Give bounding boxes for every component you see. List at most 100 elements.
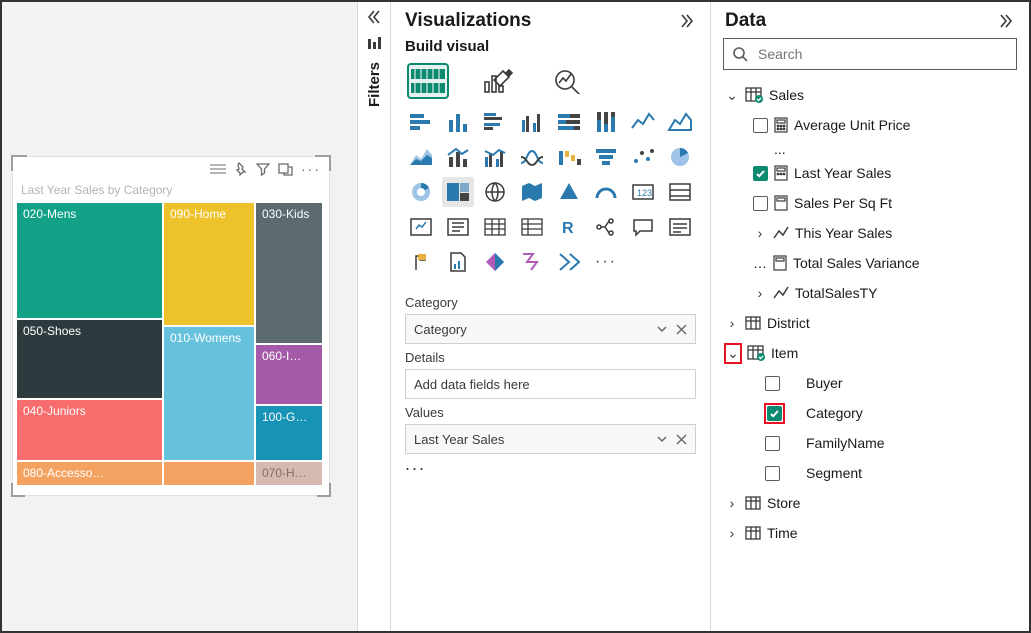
chart-area[interactable] bbox=[664, 107, 696, 137]
checkbox-checked[interactable] bbox=[753, 166, 768, 181]
filters-pane-collapsed[interactable]: Filters bbox=[357, 2, 391, 631]
table-district[interactable]: › District bbox=[721, 308, 1027, 338]
table-time[interactable]: › Time bbox=[721, 518, 1027, 548]
tile-hosiery[interactable]: 070-H… bbox=[256, 462, 322, 485]
tile-grocery[interactable]: 100-G… bbox=[256, 406, 322, 460]
chart-gauge[interactable] bbox=[590, 177, 622, 207]
focus-mode-icon[interactable] bbox=[278, 162, 293, 176]
field-sales-per-sqft[interactable]: Sales Per Sq Ft bbox=[721, 188, 1027, 218]
chevron-right-icon[interactable]: › bbox=[753, 285, 767, 301]
tile-kids[interactable]: 030-Kids bbox=[256, 203, 322, 343]
chart-azure-map[interactable] bbox=[553, 177, 585, 207]
chart-line[interactable] bbox=[627, 107, 659, 137]
expand-left-icon[interactable] bbox=[365, 8, 383, 26]
chart-clustered-column[interactable] bbox=[516, 107, 548, 137]
chart-r-visual[interactable]: R bbox=[553, 212, 585, 242]
treemap-visual[interactable]: ··· Last Year Sales by Category 020-Mens… bbox=[12, 156, 330, 496]
chevron-right-icon[interactable]: › bbox=[725, 315, 739, 331]
chevron-down-icon[interactable] bbox=[656, 433, 668, 445]
checkbox[interactable] bbox=[765, 466, 780, 481]
search-box[interactable] bbox=[723, 38, 1017, 70]
remove-field-icon[interactable] bbox=[676, 433, 687, 445]
filter-icon[interactable] bbox=[256, 162, 270, 176]
chart-qna[interactable] bbox=[627, 212, 659, 242]
chart-scatter[interactable] bbox=[627, 142, 659, 172]
chart-funnel[interactable] bbox=[590, 142, 622, 172]
tile-intimate[interactable]: 060-I… bbox=[256, 345, 322, 404]
search-input[interactable] bbox=[756, 45, 1008, 63]
tile-home[interactable]: 090-Home bbox=[164, 203, 254, 325]
table-sales[interactable]: ⌄ Sales bbox=[721, 80, 1027, 110]
field-segment[interactable]: Segment bbox=[721, 458, 1027, 488]
chart-paginated-report[interactable] bbox=[442, 247, 474, 277]
checkbox[interactable] bbox=[753, 196, 768, 211]
chart-stacked-area[interactable] bbox=[405, 142, 437, 172]
tile-mens[interactable]: 020-Mens bbox=[17, 203, 162, 318]
chart-waterfall[interactable] bbox=[553, 142, 585, 172]
checkbox-checked[interactable] bbox=[767, 406, 782, 421]
chart-stacked-bar[interactable] bbox=[405, 107, 437, 137]
more-options-icon[interactable]: ··· bbox=[301, 161, 321, 177]
tile-accessories[interactable]: 080-Accesso… bbox=[17, 462, 162, 485]
field-buyer[interactable]: Buyer bbox=[721, 368, 1027, 398]
chevron-right-icon[interactable]: › bbox=[725, 495, 739, 511]
pin-icon[interactable] bbox=[234, 162, 248, 176]
field-this-year-sales[interactable]: › This Year Sales bbox=[721, 218, 1027, 248]
well-values[interactable]: Last Year Sales bbox=[405, 424, 696, 454]
chart-more-visuals[interactable]: ··· bbox=[590, 247, 622, 277]
tile-accessories-2[interactable] bbox=[164, 462, 254, 485]
remove-field-icon[interactable] bbox=[676, 323, 687, 335]
chart-pie[interactable] bbox=[664, 142, 696, 172]
more-options-icon[interactable]: ... bbox=[391, 454, 710, 474]
chevron-down-icon[interactable] bbox=[656, 323, 668, 335]
chart-line-stacked-column[interactable] bbox=[442, 142, 474, 172]
chart-power-apps[interactable] bbox=[479, 247, 511, 277]
chart-clustered-bar[interactable] bbox=[479, 107, 511, 137]
chart-matrix[interactable] bbox=[516, 212, 548, 242]
checkbox[interactable] bbox=[765, 436, 780, 451]
chevron-down-icon[interactable]: ⌄ bbox=[726, 345, 740, 362]
chart-smart-narrative[interactable] bbox=[664, 212, 696, 242]
field-family-name[interactable]: FamilyName bbox=[721, 428, 1027, 458]
chart-filled-map[interactable] bbox=[516, 177, 548, 207]
tile-juniors[interactable]: 040-Juniors bbox=[17, 400, 162, 460]
field-total-sales-variance[interactable]: … Total Sales Variance bbox=[721, 248, 1027, 278]
field-total-sales-ty[interactable]: › TotalSalesTY bbox=[721, 278, 1027, 308]
table-store[interactable]: › Store bbox=[721, 488, 1027, 518]
chevron-right-icon[interactable]: › bbox=[753, 225, 767, 241]
chart-kpi[interactable] bbox=[405, 212, 437, 242]
tile-womens[interactable]: 010-Womens bbox=[164, 327, 254, 460]
chart-stacked-column[interactable] bbox=[442, 107, 474, 137]
chart-map[interactable] bbox=[479, 177, 511, 207]
checkbox[interactable] bbox=[753, 118, 768, 133]
chart-ribbon[interactable] bbox=[516, 142, 548, 172]
drag-handle-icon[interactable] bbox=[210, 163, 226, 175]
chart-multi-row-card[interactable] bbox=[664, 177, 696, 207]
format-visual-tab[interactable] bbox=[477, 63, 519, 99]
field-category[interactable]: Category bbox=[721, 398, 1027, 428]
field-last-year-sales[interactable]: Last Year Sales bbox=[721, 158, 1027, 188]
report-canvas[interactable]: ··· Last Year Sales by Category 020-Mens… bbox=[2, 2, 357, 631]
chart-donut[interactable] bbox=[405, 177, 437, 207]
chart-python-visual[interactable] bbox=[553, 247, 585, 277]
well-details[interactable]: Add data fields here bbox=[405, 369, 696, 399]
chart-decomposition-tree[interactable] bbox=[590, 212, 622, 242]
chart-table[interactable] bbox=[479, 212, 511, 242]
collapse-right-icon[interactable] bbox=[678, 12, 696, 30]
chart-card[interactable]: 123 bbox=[627, 177, 659, 207]
collapse-right-icon[interactable] bbox=[997, 12, 1015, 30]
analytics-tab[interactable] bbox=[547, 63, 589, 99]
chart-treemap[interactable] bbox=[442, 177, 474, 207]
chart-100-stacked-bar[interactable] bbox=[553, 107, 585, 137]
checkbox[interactable] bbox=[765, 376, 780, 391]
chart-100-stacked-column[interactable] bbox=[590, 107, 622, 137]
field-average-unit-price[interactable]: Average Unit Price bbox=[721, 110, 1027, 140]
chevron-right-icon[interactable]: › bbox=[725, 525, 739, 541]
tile-shoes[interactable]: 050-Shoes bbox=[17, 320, 162, 398]
chevron-down-icon[interactable]: ⌄ bbox=[725, 87, 739, 104]
build-visual-tab[interactable] bbox=[407, 63, 449, 99]
treemap-body[interactable]: 020-Mens 050-Shoes 040-Juniors 080-Acces… bbox=[17, 203, 325, 485]
table-item[interactable]: ⌄ Item bbox=[721, 338, 1027, 368]
chart-line-clustered-column[interactable] bbox=[479, 142, 511, 172]
chart-goals[interactable] bbox=[405, 247, 437, 277]
